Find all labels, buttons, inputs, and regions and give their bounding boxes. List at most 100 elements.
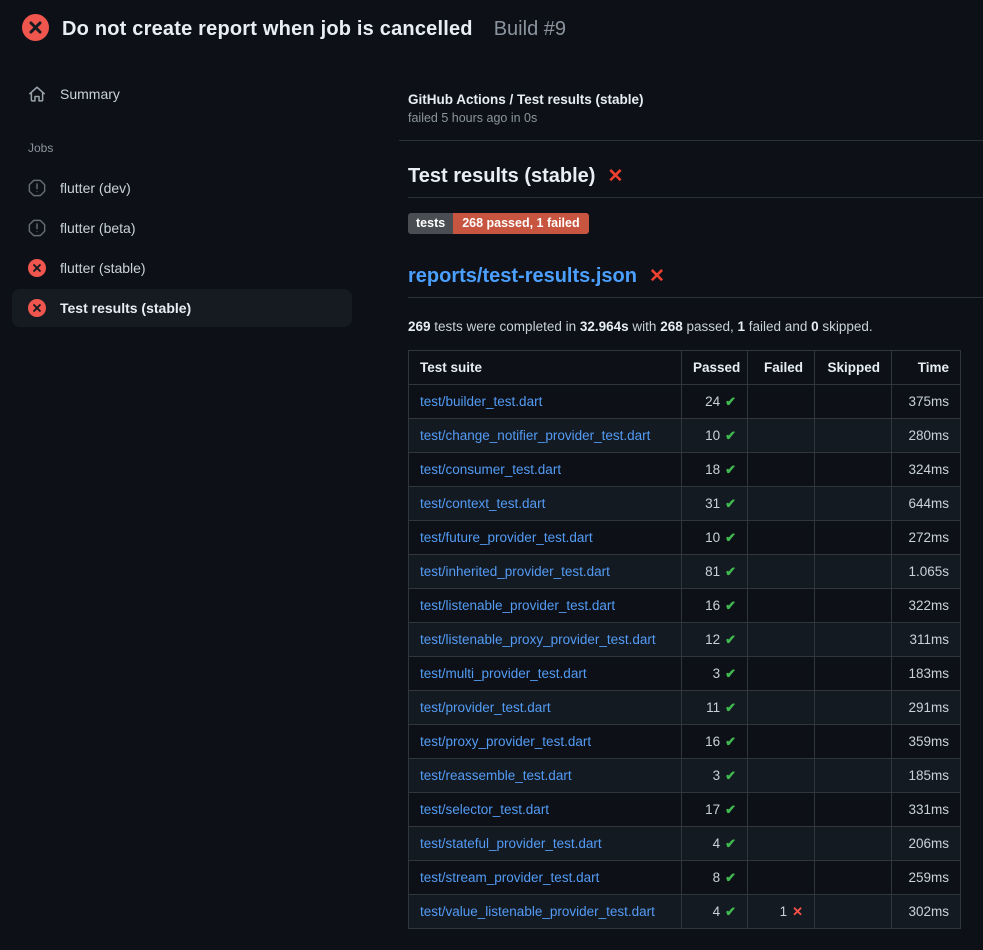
sidebar-item-label: flutter (stable): [60, 260, 146, 276]
test-suite-link[interactable]: test/inherited_provider_test.dart: [420, 564, 610, 579]
check-icon: ✔: [725, 904, 736, 919]
test-suite-link[interactable]: test/consumer_test.dart: [420, 462, 561, 477]
table-row: test/reassemble_test.dart 3 ✔ 185ms: [409, 759, 961, 793]
test-suite-link[interactable]: test/multi_provider_test.dart: [420, 666, 587, 681]
check-icon: ✔: [725, 394, 736, 409]
tests-badge: tests 268 passed, 1 failed: [408, 213, 589, 234]
check-icon: ✔: [725, 496, 736, 511]
time-value: 206ms: [908, 836, 949, 851]
table-row: test/context_test.dart 31✔ 644ms: [409, 487, 961, 521]
build-number: Build #9: [494, 18, 566, 41]
time-value: 185ms: [908, 768, 949, 783]
test-suite-link[interactable]: test/change_notifier_provider_test.dart: [420, 428, 650, 443]
main-content: GitHub Actions / Test results (stable) f…: [399, 56, 983, 929]
passed-count: 10: [705, 428, 720, 443]
passed-count: 10: [705, 530, 720, 545]
test-suite-link[interactable]: test/reassemble_test.dart: [420, 768, 572, 783]
table-row: test/value_listenable_provider_test.dart…: [409, 895, 961, 929]
col-header-passed: Passed: [682, 351, 748, 385]
table-row: test/stateful_provider_test.dart 4✔ 206m…: [409, 827, 961, 861]
check-icon: ✔: [725, 564, 736, 579]
sidebar-item-test-results-stable[interactable]: Test results (stable): [12, 289, 352, 327]
test-suite-link[interactable]: test/provider_test.dart: [420, 700, 551, 715]
table-row: test/future_provider_test.dart 10✔ 272ms: [409, 521, 961, 555]
run-status-text: failed 5 hours ago in 0s: [408, 111, 983, 125]
report-title: reports/test-results.json ✕: [408, 265, 983, 298]
cross-icon: ✕: [649, 265, 665, 288]
time-value: 291ms: [908, 700, 949, 715]
passed-count: 16: [705, 734, 720, 749]
badge-value: 268 passed, 1 failed: [453, 213, 588, 234]
jobs-list: flutter (dev) flutter (beta): [12, 169, 352, 327]
table-row: test/listenable_proxy_provider_test.dart…: [409, 623, 961, 657]
check-icon: ✔: [725, 802, 736, 817]
report-title-text[interactable]: reports/test-results.json: [408, 265, 637, 288]
failed-status-icon: [28, 259, 46, 277]
test-suite-link[interactable]: test/stream_provider_test.dart: [420, 870, 599, 885]
check-icon: ✔: [725, 632, 736, 647]
sidebar-item-flutter-beta[interactable]: flutter (beta): [12, 209, 352, 247]
skipped-cell: [815, 759, 892, 793]
table-row: test/listenable_provider_test.dart 16✔ 3…: [409, 589, 961, 623]
section-title: Test results (stable) ✕: [408, 165, 983, 198]
test-suite-link[interactable]: test/proxy_provider_test.dart: [420, 734, 591, 749]
skipped-cell: [815, 521, 892, 555]
failed-status-icon: [28, 299, 46, 317]
test-suite-link[interactable]: test/selector_test.dart: [420, 802, 549, 817]
skipped-cell: [815, 453, 892, 487]
col-header-test-suite: Test suite: [409, 351, 682, 385]
table-row: test/consumer_test.dart 18✔ 324ms: [409, 453, 961, 487]
check-icon: ✔: [725, 428, 736, 443]
table-row: test/stream_provider_test.dart 8 ✔ 259ms: [409, 861, 961, 895]
failed-count: 1: [780, 904, 788, 919]
check-icon: ✔: [725, 700, 736, 715]
cross-icon: ✕: [607, 165, 623, 188]
test-suite-link[interactable]: test/stateful_provider_test.dart: [420, 836, 602, 851]
test-suite-link[interactable]: test/listenable_provider_test.dart: [420, 598, 615, 613]
page-title: Do not create report when job is cancell…: [62, 18, 473, 41]
time-value: 311ms: [909, 632, 949, 647]
passed-count: 31: [705, 496, 720, 511]
build-header: Do not create report when job is cancell…: [0, 0, 983, 56]
passed-count: 8: [713, 870, 721, 885]
time-value: 375ms: [908, 394, 949, 409]
divider: [399, 140, 983, 141]
skipped-cell: [815, 385, 892, 419]
jobs-section-label: Jobs: [12, 141, 352, 155]
sidebar-item-flutter-stable[interactable]: flutter (stable): [12, 249, 352, 287]
check-icon: ✔: [725, 870, 736, 885]
breadcrumb: GitHub Actions / Test results (stable): [408, 92, 983, 107]
skipped-cell: [815, 725, 892, 759]
passed-count: 12: [705, 632, 720, 647]
time-value: 322ms: [908, 598, 949, 613]
skipped-cell: [815, 691, 892, 725]
sidebar-item-label: flutter (beta): [60, 220, 135, 236]
skipped-cell: [815, 861, 892, 895]
check-icon: ✔: [725, 734, 736, 749]
test-suite-link[interactable]: test/builder_test.dart: [420, 394, 542, 409]
section-title-text: Test results (stable): [408, 165, 595, 188]
sidebar-item-flutter-dev[interactable]: flutter (dev): [12, 169, 352, 207]
sidebar: Summary Jobs flutter (dev): [0, 56, 399, 327]
test-suite-link[interactable]: test/listenable_proxy_provider_test.dart: [420, 632, 656, 647]
cancelled-icon: [28, 179, 46, 197]
cancelled-icon: [28, 219, 46, 237]
passed-count: 11: [706, 700, 720, 715]
col-header-time: Time: [892, 351, 961, 385]
time-value: 302ms: [908, 904, 949, 919]
test-suite-link[interactable]: test/context_test.dart: [420, 496, 545, 511]
passed-count: 24: [705, 394, 720, 409]
skipped-cell: [815, 895, 892, 929]
cross-icon: ✕: [792, 904, 803, 919]
sidebar-item-summary[interactable]: Summary: [12, 75, 352, 113]
test-suite-link[interactable]: test/value_listenable_provider_test.dart: [420, 904, 655, 919]
time-value: 183ms: [908, 666, 949, 681]
passed-count: 3: [713, 768, 721, 783]
time-value: 359ms: [908, 734, 949, 749]
skipped-cell: [815, 623, 892, 657]
time-value: 259ms: [908, 870, 949, 885]
table-row: test/builder_test.dart 24 ✔ 375ms: [409, 385, 961, 419]
test-suite-link[interactable]: test/future_provider_test.dart: [420, 530, 593, 545]
table-header-row: Test suite Passed Failed Skipped Time: [409, 351, 961, 385]
check-icon: ✔: [725, 768, 736, 783]
